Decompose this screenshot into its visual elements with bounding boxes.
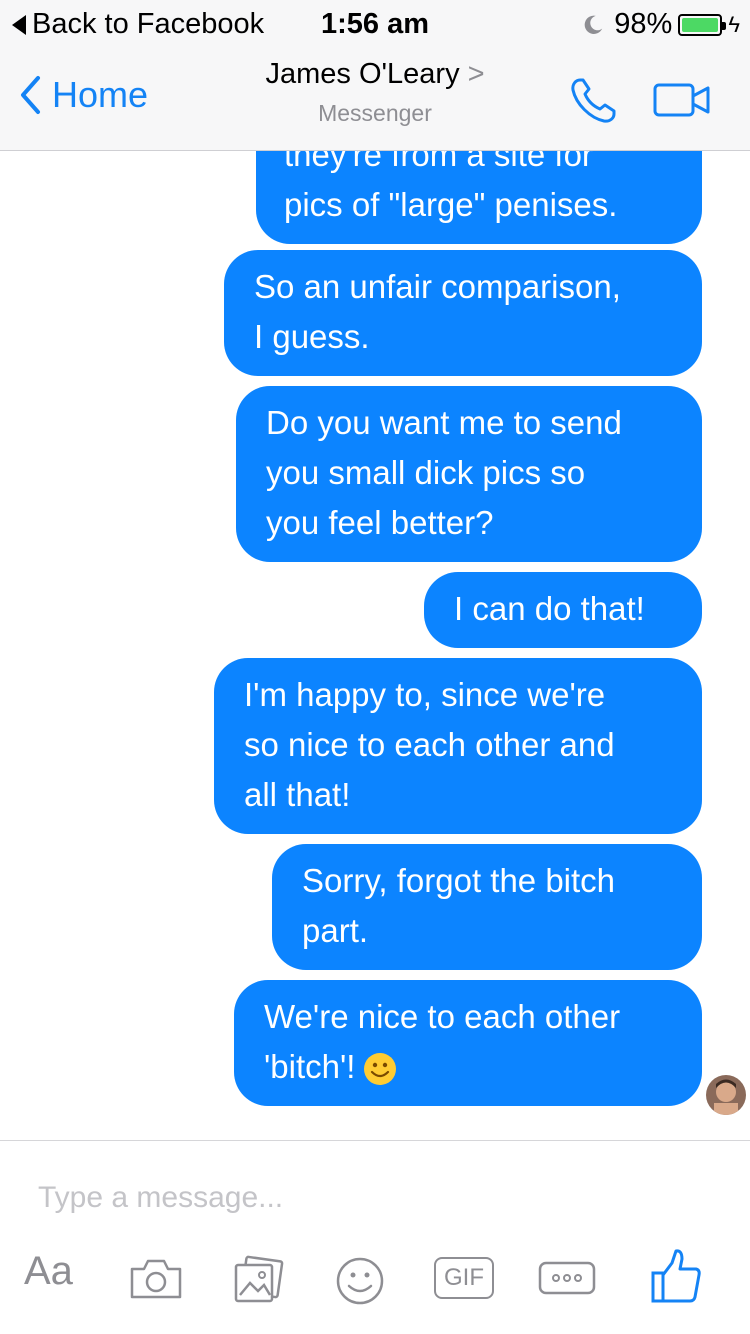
- charging-bolt-icon: ϟ: [728, 11, 740, 37]
- message-line: So an unfair comparison,: [254, 268, 621, 305]
- message-line: I'm happy to, since we're: [244, 676, 606, 713]
- conversation-header: Home James O'Leary > Messenger: [0, 48, 750, 150]
- message-line: I guess.: [254, 318, 370, 355]
- avatar-image: [706, 1075, 746, 1115]
- photo-gallery-icon[interactable]: [232, 1255, 286, 1307]
- avatar[interactable]: [706, 1075, 746, 1115]
- message-thread[interactable]: they're from a site for pics of "large" …: [0, 150, 750, 1140]
- top-bar: Back to Facebook 1:56 am 98% ϟ Home Jame…: [0, 0, 750, 151]
- message-line: Do you want me to send: [266, 404, 622, 441]
- status-indicators: 98% ϟ: [582, 8, 740, 41]
- chevron-right-icon: >: [467, 58, 485, 90]
- message-text: 'bitch'!: [264, 1048, 356, 1085]
- message-line: all that!: [244, 776, 351, 813]
- message-input[interactable]: Type a message...: [38, 1181, 283, 1215]
- video-camera-icon[interactable]: [652, 82, 716, 118]
- message-line: 'bitch'!: [264, 1042, 672, 1092]
- message-bubble[interactable]: We're nice to each other 'bitch'!: [234, 980, 702, 1106]
- app-label: Messenger: [318, 100, 432, 126]
- more-icon[interactable]: [538, 1261, 596, 1295]
- camera-icon[interactable]: [128, 1255, 184, 1303]
- status-bar: Back to Facebook 1:56 am 98% ϟ: [0, 0, 750, 48]
- message-line: they're from a site for: [284, 150, 593, 173]
- emoji-icon[interactable]: [334, 1255, 386, 1307]
- text-tool-button[interactable]: Aa: [24, 1249, 73, 1294]
- contact-name-button[interactable]: James O'Leary >: [0, 58, 750, 91]
- message-line: part.: [302, 912, 369, 949]
- message-bubble[interactable]: So an unfair comparison, I guess.: [224, 250, 702, 376]
- message-line: Sorry, forgot the bitch: [302, 862, 616, 899]
- message-bubble[interactable]: Do you want me to send you small dick pi…: [236, 386, 702, 562]
- contact-name: James O'Leary: [265, 58, 460, 90]
- message-bubble[interactable]: I'm happy to, since we're so nice to eac…: [214, 658, 702, 834]
- message-line: pics of "large" penises.: [284, 186, 618, 223]
- message-composer: Type a message... Aa GIF: [0, 1140, 750, 1334]
- message-line: I can do that!: [454, 590, 645, 627]
- message-bubble[interactable]: I can do that!: [424, 572, 702, 648]
- thumbs-up-icon[interactable]: [650, 1247, 702, 1305]
- message-bubble[interactable]: they're from a site for pics of "large" …: [256, 150, 702, 244]
- moon-icon: [584, 15, 603, 34]
- gif-label: GIF: [444, 1264, 484, 1291]
- smiley-emoji-icon: [364, 1053, 397, 1086]
- phone-icon[interactable]: [568, 74, 620, 126]
- battery-percent: 98%: [614, 8, 673, 40]
- message-line: you small dick pics so: [266, 454, 586, 491]
- message-line: so nice to each other and: [244, 726, 615, 763]
- composer-toolbar: Aa GIF: [0, 1245, 750, 1315]
- gif-button[interactable]: GIF: [434, 1257, 494, 1299]
- battery-icon: [678, 13, 727, 36]
- message-bubble[interactable]: Sorry, forgot the bitch part.: [272, 844, 702, 970]
- message-line: you feel better?: [266, 504, 494, 541]
- message-line: We're nice to each other: [264, 998, 621, 1035]
